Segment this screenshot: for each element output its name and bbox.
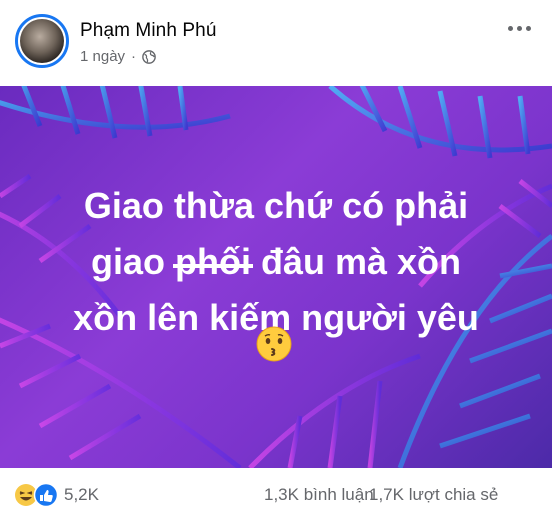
more-options-icon[interactable] (508, 20, 536, 36)
comment-count[interactable]: 1,3K bình luận (264, 485, 374, 505)
haha-reaction-icon (15, 484, 37, 506)
status-line-2-end: đâu mà xồn (250, 241, 462, 282)
avatar[interactable] (15, 14, 69, 68)
share-count[interactable]: 1,7K lượt chia sẻ (369, 485, 498, 505)
status-line-1: Giao thừa chứ có phải (83, 185, 469, 226)
post-meta: 1 ngày · (80, 48, 156, 65)
post-time[interactable]: 1 ngày (80, 48, 125, 65)
post-header: Phạm Minh Phú 1 ngày · (0, 0, 552, 86)
struck-word: phối (172, 234, 253, 290)
like-reaction-icon (33, 483, 59, 507)
meta-separator: · (131, 48, 137, 65)
author-name[interactable]: Phạm Minh Phú (80, 20, 216, 42)
reaction-icons[interactable] (14, 483, 60, 507)
status-text: Giao thừa chứ có phải giao phối đâu mà x… (40, 178, 512, 346)
avatar-photo (20, 19, 64, 63)
reaction-count[interactable]: 5,2K (64, 485, 99, 505)
status-line-2: giao phối đâu mà xồn (40, 234, 512, 290)
kissing-face-emoji (256, 326, 292, 362)
post-stats-bar: 5,2K 1,3K bình luận 1,7K lượt chia sẻ (0, 468, 552, 523)
post-background-image[interactable]: Giao thừa chứ có phải giao phối đâu mà x… (0, 86, 552, 468)
globe-icon[interactable] (142, 49, 156, 64)
status-line-2-start: giao (90, 241, 175, 282)
